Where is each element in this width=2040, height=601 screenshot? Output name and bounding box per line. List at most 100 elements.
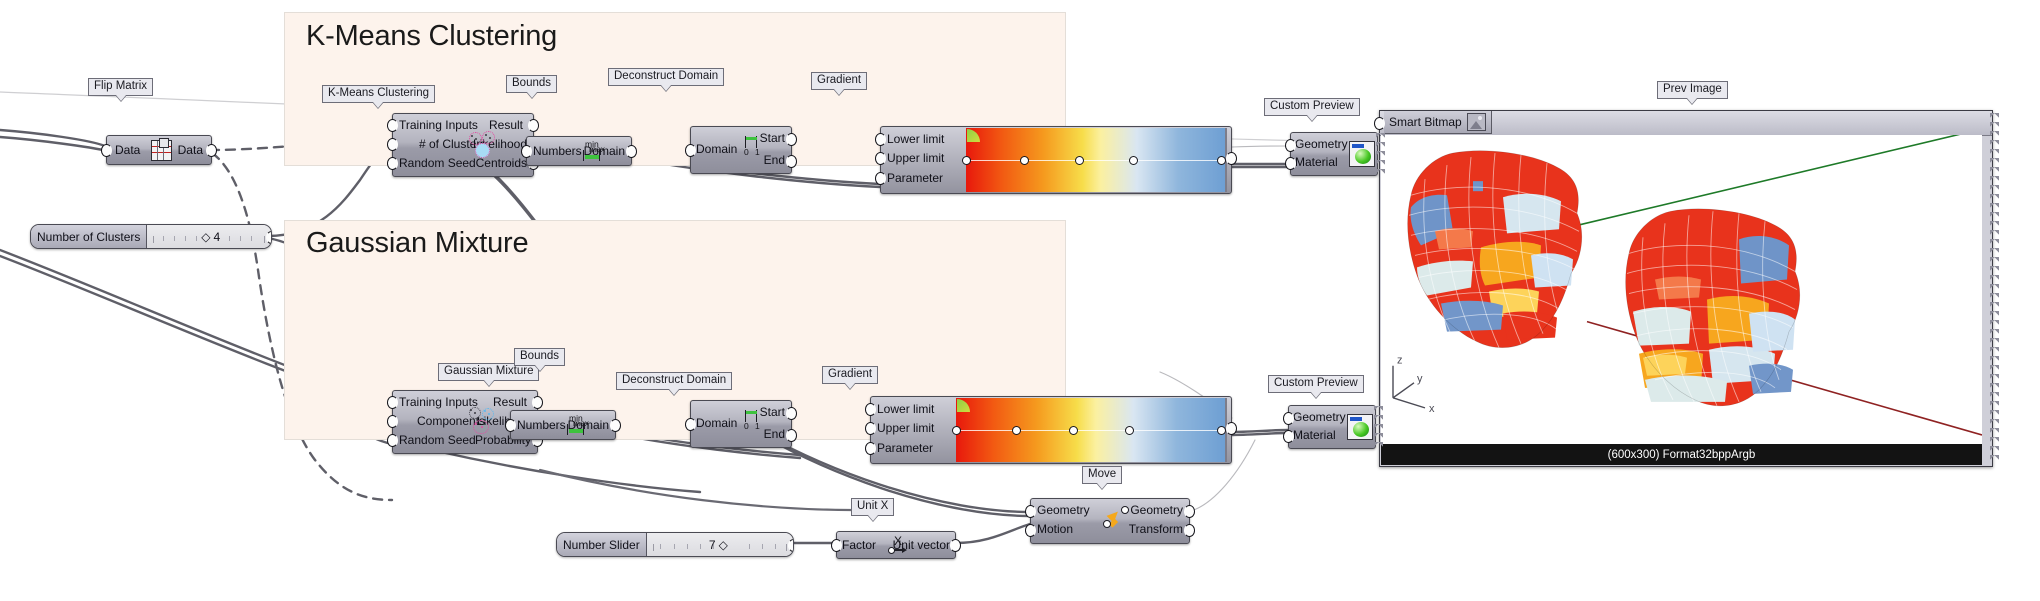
port-label-geometry-out: Geometry xyxy=(1130,503,1183,517)
node-unit-x[interactable]: Factor Unit vector X xyxy=(831,531,961,559)
tag-gradient-top: Gradient xyxy=(811,72,868,96)
viewer-status-bar: (600x300) Format32bppArgb xyxy=(1381,444,1982,465)
port-decon-top-end-out[interactable] xyxy=(786,155,797,168)
port-unit-x-factor-in[interactable] xyxy=(831,539,842,552)
port-flip-data-in[interactable] xyxy=(101,144,112,157)
node-decon-top[interactable]: Domain Start End 0 1 xyxy=(685,126,797,174)
port-preview-bottom-material-in[interactable] xyxy=(1283,430,1294,443)
unit-x-icon: X xyxy=(888,534,909,556)
port-preview-bottom-geometry-in[interactable] xyxy=(1283,412,1294,425)
port-viewer-in[interactable] xyxy=(1374,117,1385,130)
tag-move: Move xyxy=(1082,466,1123,490)
gradient-knob[interactable] xyxy=(1074,155,1084,165)
port-gradient-top-lower-in[interactable] xyxy=(875,133,886,146)
port-decon-bottom-domain-in[interactable] xyxy=(685,418,696,431)
node-decon-bottom[interactable]: Domain Start End 0 1 xyxy=(685,400,797,448)
port-flip-data-out[interactable] xyxy=(206,144,217,157)
port-kmeans-clusters-in[interactable] xyxy=(387,138,398,151)
grasshopper-canvas[interactable]: K-Means Clustering Gaussian Mixture Flip… xyxy=(0,0,2040,601)
port-bounds-bottom-in[interactable] xyxy=(505,419,516,432)
port-gradient-top-upper-in[interactable] xyxy=(875,152,886,165)
port-label-upper-limit: Upper limit xyxy=(877,421,935,435)
node-move[interactable]: Geometry Motion Geometry Transform xyxy=(1025,498,1195,544)
node-bounds-top[interactable]: Numbers Domain min max xyxy=(521,136,637,166)
port-gradient-bottom-param-in[interactable] xyxy=(865,442,876,455)
port-decon-top-start-out[interactable] xyxy=(786,133,797,146)
gradient-band[interactable] xyxy=(952,398,1227,462)
port-gmm-training-in[interactable] xyxy=(387,396,398,409)
decon-one-label: 1 xyxy=(755,421,760,431)
port-label-centroids: Centroids xyxy=(475,156,527,170)
gradient-knob[interactable] xyxy=(952,425,961,435)
port-gradient-top-out[interactable] xyxy=(1226,152,1237,165)
port-gradient-bottom-upper-in[interactable] xyxy=(865,422,876,435)
viewer-zigzag-edge xyxy=(1990,113,1999,464)
viewer-status-text: (600x300) Format32bppArgb xyxy=(1607,448,1756,461)
gradient-knob[interactable] xyxy=(1125,425,1135,435)
preview-zigzag-edge xyxy=(1376,133,1385,175)
gradient-band[interactable] xyxy=(962,128,1227,192)
node-kmeans[interactable]: Training Inputs # of Clusters Random See… xyxy=(387,113,539,177)
port-preview-top-material-in[interactable] xyxy=(1285,157,1296,170)
viewport-3d-svg: z y x xyxy=(1381,135,1982,444)
port-gmm-components-in[interactable] xyxy=(387,415,398,428)
node-bounds-bottom[interactable]: Numbers Domain min max xyxy=(505,410,621,440)
port-label-transform: Transform xyxy=(1128,522,1183,536)
port-move-motion-in[interactable] xyxy=(1025,524,1036,537)
viewport-3d[interactable]: z y x xyxy=(1381,135,1982,444)
port-gmm-seed-in[interactable] xyxy=(387,434,398,447)
gradient-knob[interactable] xyxy=(1068,425,1078,435)
port-gradient-bottom-lower-in[interactable] xyxy=(865,403,876,416)
port-label-geometry: Geometry xyxy=(1293,410,1346,424)
gradient-knob[interactable] xyxy=(1012,425,1022,435)
gradient-knob[interactable] xyxy=(1020,155,1030,165)
port-kmeans-result-out[interactable] xyxy=(528,119,539,132)
gradient-knob[interactable] xyxy=(962,155,971,165)
axis-label-y: y xyxy=(1417,373,1423,385)
tag-prev-image: Prev Image xyxy=(1657,81,1728,105)
port-label-training-inputs: Training Inputs xyxy=(399,395,478,409)
port-move-geometry-in[interactable] xyxy=(1025,505,1036,518)
port-gmm-result-out[interactable] xyxy=(532,396,543,409)
gradient-knob-line xyxy=(958,430,1223,431)
slider-number-slider-track[interactable]: 7 ◇ xyxy=(646,533,793,556)
slider-number-of-clusters-track[interactable]: ◇ 4 xyxy=(147,225,271,248)
port-bounds-top-in[interactable] xyxy=(521,145,532,158)
bitmap-image-icon xyxy=(1466,113,1486,131)
node-custom-preview-bottom[interactable]: Geometry Material xyxy=(1283,405,1383,449)
axis-label-z: z xyxy=(1397,355,1402,367)
slider-number-of-clusters[interactable]: Number of Clusters ◇ 4 xyxy=(30,224,272,249)
node-gradient-bottom[interactable]: Lower limit Upper limit Parameter xyxy=(865,396,1237,464)
port-bounds-bottom-out[interactable] xyxy=(610,419,621,432)
port-number-slider-out[interactable] xyxy=(788,539,793,552)
port-kmeans-seed-in[interactable] xyxy=(387,157,398,170)
port-decon-bottom-end-out[interactable] xyxy=(786,429,797,442)
port-preview-top-geometry-in[interactable] xyxy=(1285,139,1296,152)
port-decon-top-domain-in[interactable] xyxy=(685,144,696,157)
port-kmeans-training-in[interactable] xyxy=(387,119,398,132)
group-kmeans-title: K-Means Clustering xyxy=(306,20,558,52)
flip-matrix-icon xyxy=(151,138,172,161)
slider-handle-diamond[interactable]: ◇ xyxy=(201,230,210,244)
port-label-material: Material xyxy=(1293,428,1336,442)
gradient-knob[interactable] xyxy=(1217,425,1226,435)
port-gradient-top-param-in[interactable] xyxy=(875,172,886,185)
port-gradient-bottom-out[interactable] xyxy=(1226,422,1237,435)
bitmap-viewer-panel[interactable]: Smart Bitmap z y x (600x300) Format32bpp… xyxy=(1374,110,1999,467)
slider-number-slider[interactable]: Number Slider 7 ◇ xyxy=(556,532,794,557)
port-number-of-clusters-out[interactable] xyxy=(266,231,271,244)
viewer-title-chip[interactable]: Smart Bitmap xyxy=(1384,111,1492,134)
gradient-knob[interactable] xyxy=(1217,155,1226,165)
port-unit-x-out[interactable] xyxy=(950,539,961,552)
port-label-material: Material xyxy=(1295,155,1338,169)
bounds-icon: min max xyxy=(581,139,605,162)
node-gradient-top[interactable]: Lower limit Upper limit Parameter xyxy=(875,126,1237,194)
port-bounds-top-out[interactable] xyxy=(626,145,637,158)
port-move-geometry-out[interactable] xyxy=(1184,505,1195,518)
node-flip-matrix[interactable]: Data Data xyxy=(101,135,217,165)
port-move-transform-out[interactable] xyxy=(1184,524,1195,537)
gradient-knob[interactable] xyxy=(1129,155,1139,165)
node-custom-preview-top[interactable]: Geometry Material xyxy=(1285,132,1385,176)
port-decon-bottom-start-out[interactable] xyxy=(786,407,797,420)
slider-handle-diamond[interactable]: ◇ xyxy=(719,538,728,552)
